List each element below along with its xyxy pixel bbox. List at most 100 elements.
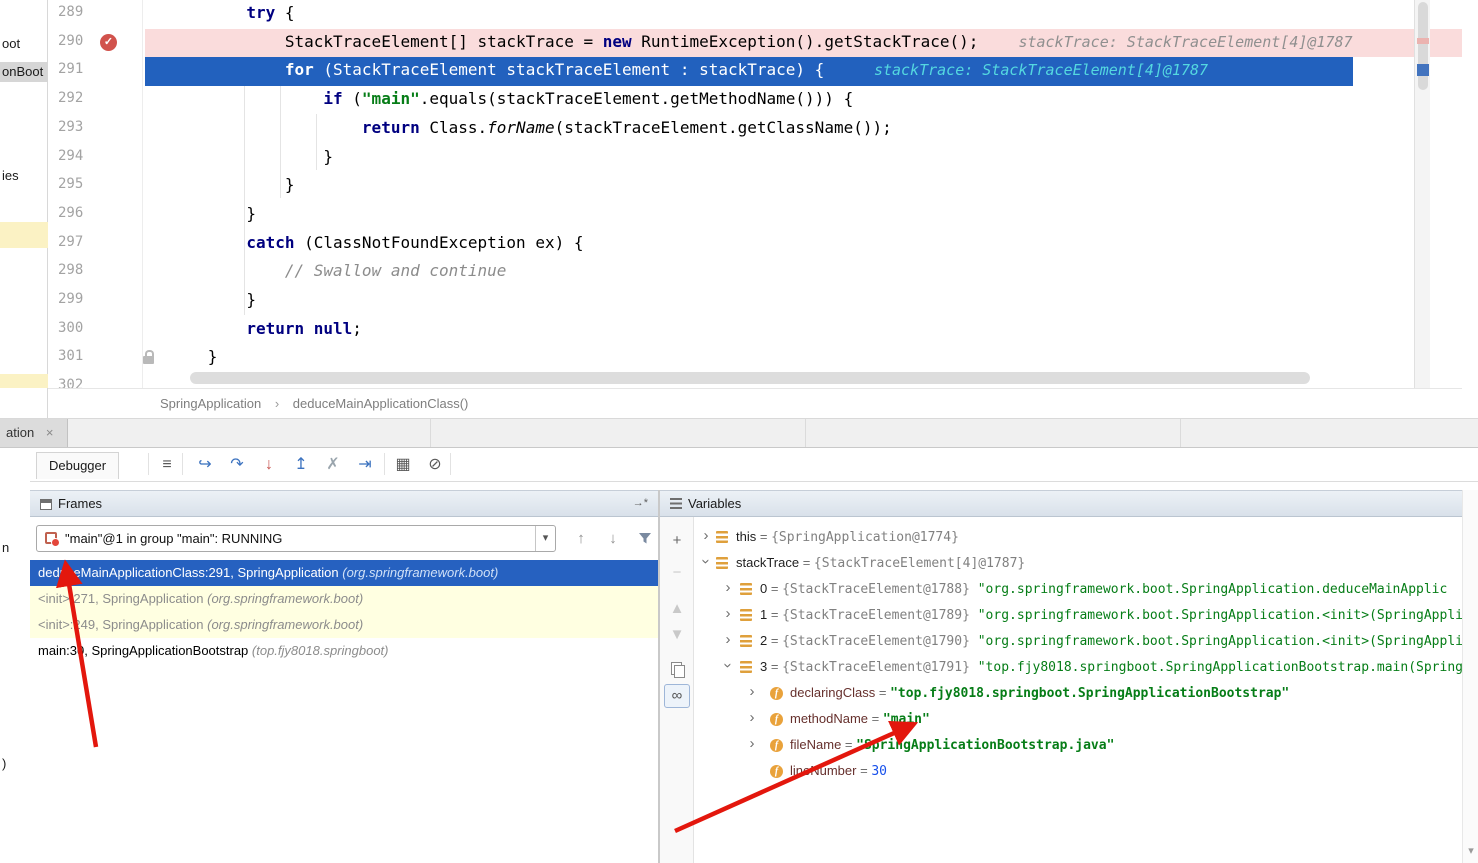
layout-settings-icon[interactable]: ≡ bbox=[154, 451, 180, 478]
code-text[interactable]: try { bbox=[150, 3, 295, 22]
code-text[interactable] bbox=[150, 376, 189, 388]
gutter-line-number[interactable]: 295 bbox=[58, 176, 83, 192]
scroll-down-icon[interactable]: ▾ bbox=[1463, 844, 1478, 857]
variable-row-2[interactable]: ›2 = {StackTraceElement@1790} "org.sprin… bbox=[694, 628, 1478, 654]
inline-debug-hint: stackTrace: StackTraceElement[4]@1787 bbox=[1018, 33, 1352, 51]
gutter-line-number[interactable]: 301 bbox=[58, 348, 83, 364]
variable-row-3[interactable]: ›3 = {StackTraceElement@1791} "top.fjy80… bbox=[694, 654, 1478, 680]
frame-row[interactable]: main:30, SpringApplicationBootstrap (top… bbox=[30, 638, 658, 664]
remove-watch-button[interactable]: − bbox=[660, 562, 694, 584]
project-item-fragment[interactable]: oot bbox=[2, 36, 20, 51]
variable-row-lineNumber[interactable]: flineNumber = 30 bbox=[694, 758, 1478, 784]
move-watch-down-button[interactable]: ▼ bbox=[660, 624, 694, 646]
breakpoint-icon[interactable]: ✓ bbox=[100, 34, 117, 51]
filter-threads-button[interactable] bbox=[632, 529, 658, 553]
tab-close-icon[interactable]: × bbox=[46, 425, 54, 440]
gutter-line-number[interactable]: 293 bbox=[58, 119, 83, 135]
mute-breakpoints-icon[interactable]: ⊘ bbox=[422, 451, 448, 478]
editor-horizontal-scrollbar[interactable] bbox=[190, 372, 1310, 384]
breakpoint-check-icon: ✓ bbox=[100, 34, 117, 51]
code-text[interactable]: } bbox=[150, 204, 256, 223]
gutter-line-number[interactable]: 298 bbox=[58, 262, 83, 278]
variable-name: declaringClass bbox=[790, 685, 875, 700]
variable-row-fileName[interactable]: › f fileName = "SpringApplicationBootstrap… bbox=[694, 732, 1478, 758]
code-text[interactable]: StackTraceElement[] stackTrace = new Run… bbox=[150, 32, 1353, 51]
show-execution-point-icon[interactable]: ↪ bbox=[192, 451, 218, 478]
combo-arrow-icon[interactable]: ▾ bbox=[535, 526, 555, 551]
breadcrumb-class[interactable]: SpringApplication bbox=[160, 396, 261, 411]
project-item-fragment[interactable]: ) bbox=[2, 756, 6, 771]
code-text[interactable]: } bbox=[150, 175, 295, 194]
chevron-right-icon[interactable]: › bbox=[746, 709, 758, 726]
bottom-vertical-scrollbar[interactable]: ▾ bbox=[1462, 490, 1478, 863]
project-item-fragment[interactable]: n bbox=[2, 540, 9, 555]
variable-row-1[interactable]: ›1 = {StackTraceElement@1789} "org.sprin… bbox=[694, 602, 1478, 628]
code-editor[interactable]: 289 try { 290 ✓ StackTraceElement[] stackT… bbox=[48, 0, 1462, 388]
project-item-fragment[interactable]: onBoot bbox=[0, 62, 48, 82]
previous-frame-button[interactable]: ↑ bbox=[568, 527, 594, 551]
tab-run-configuration[interactable]: ation × bbox=[0, 419, 68, 447]
scrollbar-thumb[interactable] bbox=[1418, 2, 1428, 90]
code-line-291: 291 for (StackTraceElement stackTraceEle… bbox=[48, 57, 1462, 86]
code-text[interactable]: // Swallow and continue bbox=[150, 261, 506, 280]
project-item-highlight bbox=[0, 374, 48, 388]
gutter-line-number[interactable]: 300 bbox=[58, 320, 83, 336]
gutter-line-number[interactable]: 296 bbox=[58, 205, 83, 221]
gutter-line-number[interactable]: 297 bbox=[58, 234, 83, 250]
chevron-right-icon[interactable]: › bbox=[722, 579, 734, 596]
code-text[interactable]: } bbox=[150, 290, 256, 309]
add-watch-button[interactable]: + bbox=[660, 530, 694, 552]
project-item-fragment[interactable]: ies bbox=[2, 168, 19, 183]
code-text[interactable]: } bbox=[150, 147, 333, 166]
gutter-line-number[interactable]: 294 bbox=[58, 148, 83, 164]
drop-frame-icon[interactable]: ✗ bbox=[320, 451, 346, 478]
duplicate-watch-button[interactable] bbox=[660, 658, 694, 680]
project-item-highlight bbox=[0, 222, 48, 248]
field-icon: f bbox=[770, 739, 783, 752]
next-frame-button[interactable]: ↓ bbox=[600, 527, 626, 551]
frame-row[interactable]: deduceMainApplicationClass:291, SpringAp… bbox=[30, 560, 658, 586]
chevron-down-icon[interactable]: › bbox=[698, 556, 715, 568]
code-text[interactable]: for (StackTraceElement stackTraceElement… bbox=[150, 60, 1208, 79]
thread-selector[interactable]: "main"@1 in group "main": RUNNING ▾ bbox=[36, 525, 556, 552]
code-text[interactable]: } bbox=[150, 347, 217, 366]
gutter-line-number[interactable]: 290 bbox=[58, 33, 83, 49]
chevron-down-icon[interactable]: › bbox=[720, 660, 737, 672]
variable-row-methodName[interactable]: ›fmethodName = "main" bbox=[694, 706, 1478, 732]
show-watches-toggle[interactable]: ∞ bbox=[664, 684, 690, 708]
view-breakpoints-icon[interactable]: ▦ bbox=[390, 451, 416, 478]
frame-row[interactable]: <init>:249, SpringApplication (org.sprin… bbox=[30, 612, 658, 638]
chevron-right-icon[interactable]: › bbox=[700, 527, 712, 544]
run-to-cursor-icon[interactable]: ⇥ bbox=[352, 451, 378, 478]
step-out-icon[interactable]: ↥ bbox=[288, 451, 314, 478]
gutter-line-number[interactable]: 302 bbox=[58, 377, 83, 388]
force-step-into-icon[interactable]: ↓ bbox=[256, 451, 282, 478]
code-text[interactable]: return Class.forName(stackTraceElement.g… bbox=[150, 118, 892, 137]
variable-row-declaringClass[interactable]: ›fdeclaringClass = "top.fjy8018.springbo… bbox=[694, 680, 1478, 706]
code-lines: 289 try { 290 ✓ StackTraceElement[] stackT… bbox=[48, 0, 1462, 388]
gutter-line-number[interactable]: 292 bbox=[58, 90, 83, 106]
tab-debugger[interactable]: Debugger bbox=[36, 452, 119, 479]
chevron-right-icon[interactable]: › bbox=[746, 735, 758, 752]
pin-panel-icon[interactable]: →* bbox=[633, 497, 648, 509]
gutter-line-number[interactable]: 299 bbox=[58, 291, 83, 307]
code-text[interactable]: catch (ClassNotFoundException ex) { bbox=[150, 233, 583, 252]
editor-vertical-scrollbar[interactable] bbox=[1414, 0, 1430, 388]
variable-row-0[interactable]: ›0 = {StackTraceElement@1788} "org.sprin… bbox=[694, 576, 1478, 602]
step-over-icon[interactable]: ↷ bbox=[224, 451, 250, 478]
variable-row-this[interactable]: ›this = {SpringApplication@1774} bbox=[694, 524, 1478, 550]
chevron-right-icon[interactable]: › bbox=[746, 683, 758, 700]
variable-row-stackTrace[interactable]: ›stackTrace = {StackTraceElement[4]@1787… bbox=[694, 550, 1478, 576]
gutter-line-number[interactable]: 291 bbox=[58, 61, 83, 77]
code-line-294: 294 } bbox=[48, 144, 1462, 173]
chevron-right-icon[interactable]: › bbox=[722, 631, 734, 648]
code-text[interactable]: if ("main".equals(stackTraceElement.getM… bbox=[150, 89, 853, 108]
gutter-line-number[interactable]: 289 bbox=[58, 4, 83, 20]
variable-text: fileName = "SpringApplicationBootstrap.j… bbox=[790, 732, 1114, 759]
code-text[interactable]: return null; bbox=[150, 319, 362, 338]
breadcrumb-method[interactable]: deduceMainApplicationClass() bbox=[293, 396, 469, 411]
move-watch-up-button[interactable]: ▲ bbox=[660, 598, 694, 620]
frame-row[interactable]: <init>:271, SpringApplication (org.sprin… bbox=[30, 586, 658, 612]
equals-separator: = bbox=[767, 607, 782, 622]
chevron-right-icon[interactable]: › bbox=[722, 605, 734, 622]
